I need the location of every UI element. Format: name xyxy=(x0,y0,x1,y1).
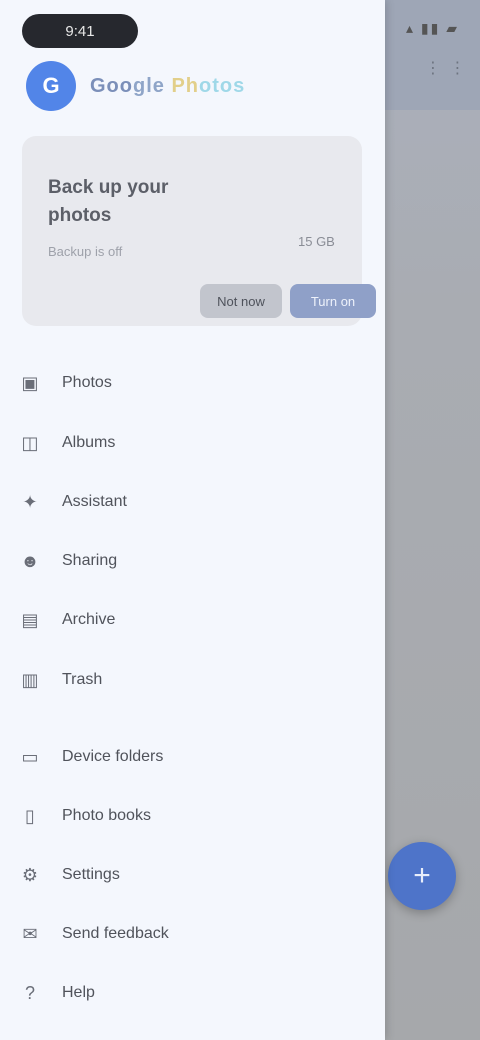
book-icon: ▯ xyxy=(25,805,35,826)
menu-item-label: Send feedback xyxy=(62,925,169,942)
wordmark-part: Goo xyxy=(90,74,133,97)
status-icons: ▴ ▮▮ ▰ xyxy=(406,20,459,36)
archive-icon: ▤ xyxy=(21,609,39,630)
menu-item-trash[interactable]: ▥ Trash xyxy=(18,655,363,705)
menu-item-label: Photos xyxy=(62,374,112,391)
menu-item-archive[interactable]: ▤ Archive xyxy=(18,595,363,645)
menu-item-label: Sharing xyxy=(62,552,118,569)
gear-icon: ⚙ xyxy=(21,864,39,885)
trash-icon: ▥ xyxy=(21,669,39,690)
photo-icon: ▣ xyxy=(21,372,39,393)
menu-item-photos[interactable]: ▣ Photos xyxy=(18,358,363,408)
storage-badge: 15 GB xyxy=(298,234,335,249)
menu-item-albums[interactable]: ◫ Albums xyxy=(18,418,363,468)
folder-icon: ▭ xyxy=(21,746,39,767)
wordmark-part: gle xyxy=(133,74,165,97)
assistant-icon: ✦ xyxy=(22,491,38,512)
add-fab-button[interactable]: + xyxy=(388,842,456,910)
menu-item-send-feedback[interactable]: ✉ Send feedback xyxy=(18,909,363,959)
navigation-drawer: 9:41 G Google Photos Back up your photos… xyxy=(0,0,385,1040)
help-icon: ? xyxy=(24,982,35,1003)
menu-item-label: Trash xyxy=(62,671,103,688)
status-bar: 9:41 xyxy=(0,0,385,56)
menu-item-label: Albums xyxy=(62,434,116,451)
feedback-icon: ✉ xyxy=(22,923,38,944)
backup-promo-card: Back up your photos Backup is off 15 GB … xyxy=(22,136,376,326)
avatar[interactable]: G xyxy=(26,61,76,111)
menu-item-settings[interactable]: ⚙ Settings xyxy=(18,850,363,900)
menu-item-label: Device folders xyxy=(62,748,164,765)
status-time: 9:41 xyxy=(22,14,138,48)
menu-item-sharing[interactable]: ☻ Sharing xyxy=(18,536,363,586)
menu-item-label: Help xyxy=(62,984,95,1001)
app-logo: G Google Photos xyxy=(26,60,245,112)
scrim-toolbar: ⋮ ⋮ xyxy=(385,0,480,110)
app-wordmark: Google Photos xyxy=(90,75,245,98)
wordmark-part: Ph xyxy=(164,74,200,97)
menu-item-assistant[interactable]: ✦ Assistant xyxy=(18,477,363,527)
not-now-button[interactable]: Not now xyxy=(200,284,282,318)
wordmark-part: otos xyxy=(199,74,246,97)
people-icon: ☻ xyxy=(20,550,40,571)
menu-item-help[interactable]: ? Help xyxy=(18,968,363,1018)
promo-title: Back up your photos xyxy=(48,177,169,226)
menu-item-label: Settings xyxy=(62,866,120,883)
menu-item-label: Archive xyxy=(62,611,116,628)
promo-subtitle: Backup is off xyxy=(48,244,123,259)
album-icon: ◫ xyxy=(21,432,39,453)
menu-item-photo-books[interactable]: ▯ Photo books xyxy=(18,791,363,841)
menu-item-label: Photo books xyxy=(62,807,151,824)
menu-item-label: Assistant xyxy=(62,493,127,510)
overflow-icon: ⋮ ⋮ xyxy=(425,60,468,77)
menu-item-device-folders[interactable]: ▭ Device folders xyxy=(18,732,363,782)
turn-on-button[interactable]: Turn on xyxy=(290,284,376,318)
